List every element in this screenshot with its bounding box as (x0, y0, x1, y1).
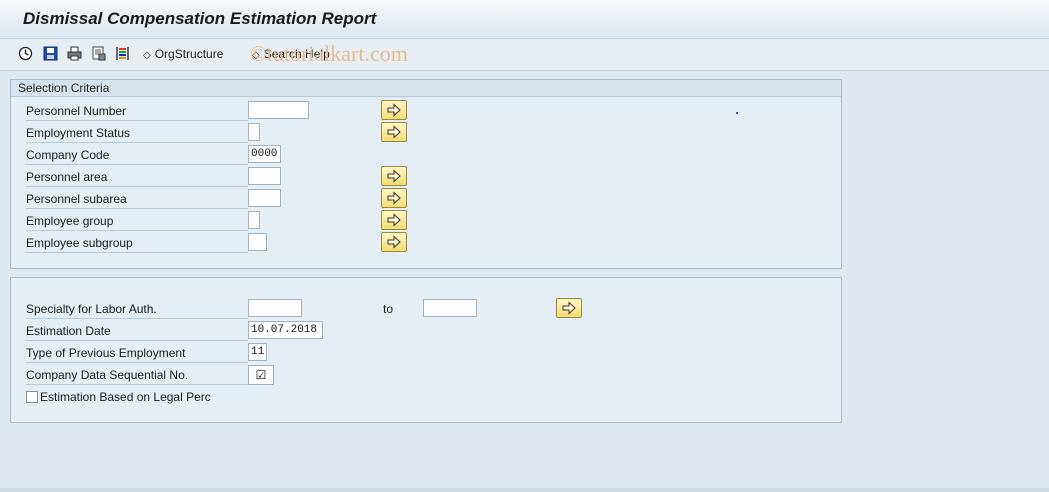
personnel-area-label: Personnel area (26, 168, 248, 187)
display-log-icon[interactable] (115, 46, 130, 61)
multiple-selection-button[interactable] (381, 210, 407, 230)
specialty-label: Specialty for Labor Auth. (26, 300, 248, 319)
multiple-selection-button[interactable] (381, 232, 407, 252)
personnel-subarea-label: Personnel subarea (26, 190, 248, 209)
multiple-selection-button[interactable] (556, 298, 582, 318)
status-strip (0, 488, 1049, 492)
multiple-selection-button[interactable] (381, 188, 407, 208)
legal-perc-checkbox[interactable] (26, 391, 38, 403)
employment-status-label: Employment Status (26, 124, 248, 143)
employee-subgroup-field[interactable] (248, 233, 267, 251)
personnel-number-field[interactable] (248, 101, 309, 119)
arrow-right-icon (387, 103, 401, 117)
previous-employment-field[interactable]: 11 (248, 343, 267, 361)
arrow-right-icon (387, 169, 401, 183)
decorative-dot (736, 112, 738, 114)
specialty-to-field[interactable] (423, 299, 477, 317)
multiple-selection-button[interactable] (381, 122, 407, 142)
arrow-right-icon (387, 191, 401, 205)
title-bar: Dismissal Compensation Estimation Report (0, 0, 1049, 39)
application-toolbar: ◇ OrgStructure ◇ Search Help (0, 39, 1049, 71)
arrow-right-icon (387, 213, 401, 227)
previous-employment-label: Type of Previous Employment (26, 344, 248, 363)
orgstructure-label: OrgStructure (154, 47, 224, 61)
print-icon[interactable] (67, 46, 82, 61)
legal-perc-label: Estimation Based on Legal Perc (40, 390, 211, 404)
multiple-selection-button[interactable] (381, 100, 407, 120)
company-code-label: Company Code (26, 146, 248, 165)
employee-subgroup-label: Employee subgroup (26, 234, 248, 253)
employment-status-field[interactable] (248, 123, 260, 141)
company-seq-checkbox[interactable]: ☑ (248, 365, 274, 385)
personnel-number-label: Personnel Number (26, 102, 248, 121)
company-code-field[interactable]: 0000 (248, 145, 281, 163)
to-label: to (383, 302, 394, 316)
multiple-selection-button[interactable] (381, 166, 407, 186)
arrow-right-icon (387, 125, 401, 139)
specialty-from-field[interactable] (248, 299, 302, 317)
orgstructure-button[interactable]: ◇ OrgStructure (143, 45, 223, 63)
personnel-subarea-field[interactable] (248, 189, 281, 207)
get-variant-icon[interactable] (91, 46, 106, 61)
personnel-area-field[interactable] (248, 167, 281, 185)
estimation-date-label: Estimation Date (26, 322, 248, 341)
arrow-right-icon (562, 301, 576, 315)
employee-group-label: Employee group (26, 212, 248, 231)
diamond-icon: ◇ (143, 50, 151, 61)
page-title: Dismissal Compensation Estimation Report (23, 9, 377, 28)
company-seq-label: Company Data Sequential No. (26, 366, 248, 385)
estimation-date-field[interactable]: 10.07.2018 (248, 321, 323, 339)
watermark: ©tutorialkart.com (250, 41, 408, 66)
group-title: Selection Criteria (11, 80, 841, 97)
arrow-right-icon (387, 235, 401, 249)
execute-icon[interactable] (18, 46, 33, 61)
employee-group-field[interactable] (248, 211, 260, 229)
save-variant-icon[interactable] (43, 46, 58, 61)
